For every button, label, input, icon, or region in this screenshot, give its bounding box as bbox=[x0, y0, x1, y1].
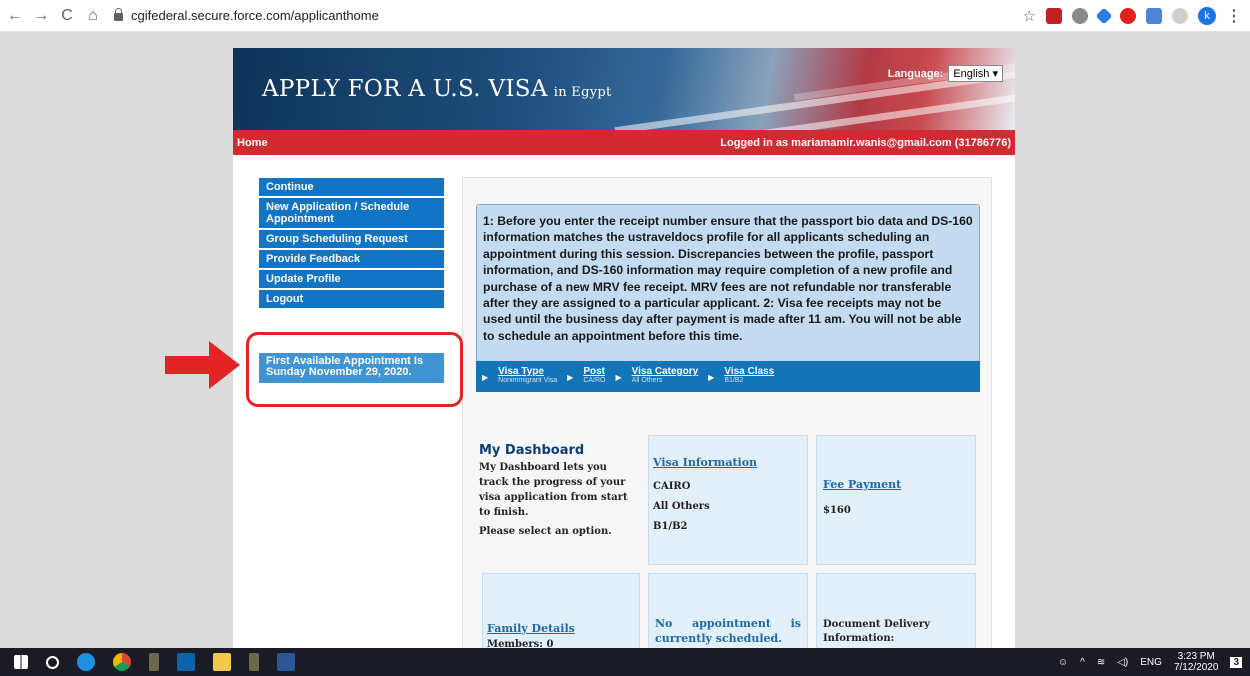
back-button[interactable]: ← bbox=[4, 7, 26, 25]
dashboard-intro: My Dashboard My Dashboard lets you track… bbox=[479, 443, 639, 539]
step-arrow-icon: ▶ bbox=[615, 373, 622, 382]
system-tray: ☺ ^ ≋ ◁) ENG 3:23 PM 7/12/2020 3 bbox=[1058, 648, 1250, 676]
edge-icon[interactable] bbox=[77, 653, 95, 671]
step-title: Visa Class bbox=[724, 366, 775, 377]
sidebar-item-continue[interactable]: Continue bbox=[259, 178, 444, 198]
chrome-icon[interactable] bbox=[113, 653, 131, 671]
sidebar-item-update-profile[interactable]: Update Profile bbox=[259, 270, 444, 290]
logged-in-text: Logged in as mariamamir.wanis@gmail.com … bbox=[720, 137, 1011, 149]
sidebar-item-provide-feedback[interactable]: Provide Feedback bbox=[259, 250, 444, 270]
drive-extension-icon[interactable] bbox=[1072, 8, 1088, 24]
people-icon[interactable]: ☺ bbox=[1058, 657, 1068, 668]
step-title: Visa Type bbox=[498, 366, 544, 377]
pdf-extension-icon[interactable] bbox=[1046, 8, 1062, 24]
camera-extension-icon[interactable] bbox=[1146, 8, 1162, 24]
visa-category-value: All Others bbox=[653, 501, 710, 512]
step-value: CAIRO bbox=[583, 377, 606, 384]
step-visa-type[interactable]: ▶ Visa Type Nonimmigrant Visa bbox=[482, 361, 557, 392]
extensions-bar: ☆ k ⋮ bbox=[1023, 6, 1242, 26]
annotation-arrow-icon bbox=[165, 341, 240, 389]
step-title: Post bbox=[583, 366, 605, 377]
forward-button[interactable]: → bbox=[30, 7, 52, 25]
sidebar-menu: Continue New Application / Schedule Appo… bbox=[259, 178, 444, 310]
notice-box: 1: Before you enter the receipt number e… bbox=[476, 204, 980, 362]
notification-icon[interactable]: 3 bbox=[1230, 656, 1242, 668]
step-visa-class[interactable]: ▶ Visa Class B1/B2 bbox=[708, 361, 774, 392]
step-arrow-icon: ▶ bbox=[567, 373, 574, 382]
visa-information-card: Visa Information CAIRO All Others B1/B2 bbox=[648, 435, 808, 565]
home-link[interactable]: Home bbox=[237, 137, 268, 149]
family-details-link[interactable]: Family Details bbox=[487, 622, 635, 635]
step-value: B1/B2 bbox=[724, 377, 744, 384]
search-icon[interactable] bbox=[46, 655, 59, 669]
date: 7/12/2020 bbox=[1173, 662, 1219, 673]
step-arrow-icon: ▶ bbox=[482, 373, 489, 382]
visa-class-value: B1/B2 bbox=[653, 521, 688, 532]
home-button[interactable]: ⌂ bbox=[82, 7, 104, 25]
step-title: Visa Category bbox=[631, 366, 699, 377]
address-bar[interactable]: cgifederal.secure.force.com/applicanthom… bbox=[114, 7, 379, 23]
chevron-up-icon[interactable]: ^ bbox=[1080, 657, 1085, 668]
sidebar-item-group-scheduling[interactable]: Group Scheduling Request bbox=[259, 230, 444, 250]
wifi-icon[interactable]: ≋ bbox=[1097, 657, 1105, 668]
profile-avatar[interactable]: k bbox=[1198, 7, 1216, 25]
windows-taskbar: ☺ ^ ≋ ◁) ENG 3:23 PM 7/12/2020 3 bbox=[0, 648, 1250, 676]
family-members-count: Members: 0 bbox=[487, 639, 554, 648]
step-post[interactable]: ▶ Post CAIRO bbox=[567, 361, 605, 392]
visa-post-value: CAIRO bbox=[653, 481, 691, 492]
family-details-card: Family Details Members: 0 bbox=[482, 573, 640, 648]
file-explorer-icon[interactable] bbox=[213, 653, 231, 671]
windows-start-icon[interactable] bbox=[14, 655, 28, 669]
clock[interactable]: 3:23 PM 7/12/2020 bbox=[1174, 651, 1219, 673]
main-content: 1: Before you enter the receipt number e… bbox=[462, 177, 992, 648]
step-value: All Others bbox=[631, 377, 663, 384]
bookmark-star-icon[interactable]: ☆ bbox=[1023, 7, 1036, 25]
sidebar-item-new-application[interactable]: New Application / Schedule Appointment bbox=[259, 198, 444, 230]
fee-payment-card: Fee Payment $160 bbox=[816, 435, 976, 565]
extension-icon[interactable] bbox=[1172, 8, 1188, 24]
language-dropdown[interactable]: English ▾ bbox=[948, 65, 1003, 82]
step-value: Nonimmigrant Visa bbox=[498, 377, 558, 384]
no-appointment-text[interactable]: No appointment is currently scheduled. bbox=[655, 616, 801, 646]
language-indicator[interactable]: ENG bbox=[1140, 657, 1162, 668]
sidebar-item-logout[interactable]: Logout bbox=[259, 290, 444, 310]
reload-button[interactable]: C bbox=[56, 7, 78, 25]
dashboard-title: My Dashboard bbox=[479, 443, 585, 458]
send-extension-icon[interactable] bbox=[1095, 7, 1113, 25]
opera-extension-icon[interactable] bbox=[1120, 8, 1136, 24]
appointment-card: No appointment is currently scheduled. bbox=[648, 573, 808, 648]
app-icon[interactable] bbox=[149, 653, 159, 671]
url-text[interactable]: cgifederal.secure.force.com/applicanthom… bbox=[131, 8, 379, 23]
site-subtitle: in Egypt bbox=[553, 85, 612, 100]
header-banner: APPLY FOR A U.S. VISA in Egypt Language: … bbox=[233, 48, 1015, 130]
site-title: APPLY FOR A U.S. VISA in Egypt bbox=[262, 76, 612, 102]
menu-dots-icon[interactable]: ⋮ bbox=[1226, 6, 1242, 26]
volume-icon[interactable]: ◁) bbox=[1117, 657, 1128, 668]
step-arrow-icon: ▶ bbox=[708, 373, 715, 382]
lock-icon bbox=[114, 7, 123, 21]
progress-steps: ▶ Visa Type Nonimmigrant Visa ▶ Post CAIRO… bbox=[476, 361, 980, 392]
browser-toolbar: ← → C ⌂ cgifederal.secure.force.com/appl… bbox=[0, 0, 1250, 32]
time: 3:23 PM bbox=[1177, 651, 1215, 662]
fee-amount: $160 bbox=[823, 505, 851, 516]
dashboard-description: My Dashboard lets you track the progress… bbox=[479, 462, 628, 518]
site-title-text: APPLY FOR A U.S. VISA bbox=[262, 76, 548, 102]
language-label: Language: bbox=[887, 67, 944, 80]
document-delivery-text: Document Delivery Information: bbox=[823, 619, 930, 644]
language-selector: Language: English ▾ bbox=[888, 65, 1003, 82]
fee-payment-link[interactable]: Fee Payment bbox=[823, 478, 969, 491]
top-nav-bar: Home Logged in as mariamamir.wanis@gmail… bbox=[233, 130, 1015, 155]
document-delivery-card: Document Delivery Information: bbox=[816, 573, 976, 648]
outlook-icon[interactable] bbox=[177, 653, 195, 671]
dashboard-prompt: Please select an option. bbox=[479, 526, 612, 537]
word-icon[interactable] bbox=[277, 653, 295, 671]
visa-information-link[interactable]: Visa Information bbox=[653, 456, 803, 469]
highlight-ring bbox=[246, 332, 463, 407]
step-visa-category[interactable]: ▶ Visa Category All Others bbox=[616, 361, 699, 392]
app-icon-2[interactable] bbox=[249, 653, 259, 671]
